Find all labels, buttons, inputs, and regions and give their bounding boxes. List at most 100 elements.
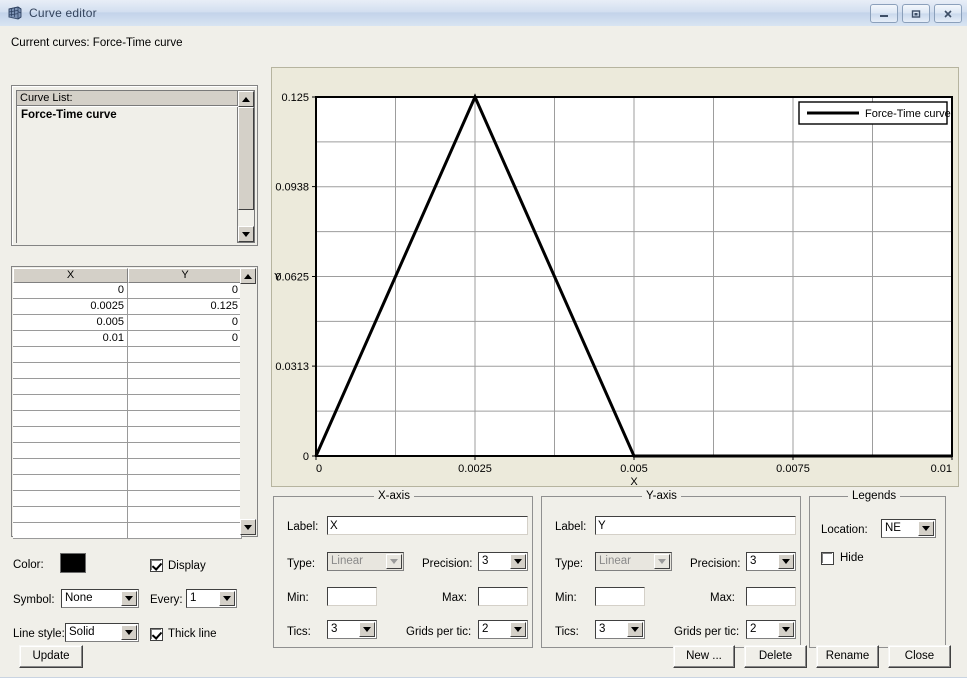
chart-panel[interactable]: 0 0.0025 0.005 0.0075 0.01 X 0 0.0313 0.0625 0.09… — [271, 67, 959, 487]
cell-y-empty[interactable] — [128, 443, 242, 459]
cell-y-empty[interactable] — [128, 523, 242, 539]
data-table-scrollbar[interactable] — [240, 268, 256, 535]
legend-hide-checkbox[interactable] — [821, 552, 834, 565]
table-row[interactable] — [13, 507, 242, 523]
table-scroll-down-arrow-icon[interactable] — [240, 519, 256, 535]
data-table[interactable]: X Y 0 0 0.0025 0.125 0.005 0 0.01 0 — [13, 268, 242, 539]
x-tics-dropdown[interactable]: 3 — [327, 620, 377, 639]
cell-y-empty[interactable] — [128, 379, 242, 395]
chevron-down-icon[interactable] — [918, 521, 934, 536]
cell-x[interactable]: 0.005 — [13, 315, 128, 331]
curve-list-scrollbar[interactable] — [238, 91, 254, 242]
x-min-input[interactable] — [327, 587, 377, 606]
table-row[interactable]: 0.01 0 — [13, 331, 242, 347]
legend-location-dropdown[interactable]: NE — [881, 519, 936, 538]
every-dropdown[interactable]: 1 — [186, 589, 237, 608]
chevron-down-icon[interactable] — [121, 625, 137, 640]
cell-x-empty[interactable] — [13, 443, 128, 459]
scroll-thumb[interactable] — [238, 107, 254, 210]
table-row[interactable]: 0.005 0 — [13, 315, 242, 331]
cell-x-empty[interactable] — [13, 475, 128, 491]
close-dialog-button[interactable]: Close — [888, 645, 951, 668]
cell-x-empty[interactable] — [13, 491, 128, 507]
chevron-down-icon[interactable] — [219, 591, 235, 606]
cell-y[interactable]: 0 — [128, 283, 242, 299]
table-row[interactable] — [13, 523, 242, 539]
cell-y[interactable]: 0 — [128, 331, 242, 347]
table-row[interactable]: 0.0025 0.125 — [13, 299, 242, 315]
cell-x[interactable]: 0.01 — [13, 331, 128, 347]
cell-x-empty[interactable] — [13, 523, 128, 539]
chevron-down-icon[interactable] — [359, 622, 375, 637]
x-label-input[interactable] — [327, 516, 528, 535]
cell-x-empty[interactable] — [13, 427, 128, 443]
chevron-down-icon[interactable] — [510, 554, 526, 569]
cell-x-empty[interactable] — [13, 363, 128, 379]
cell-x-empty[interactable] — [13, 347, 128, 363]
rename-button[interactable]: Rename — [816, 645, 879, 668]
y-label-input[interactable] — [595, 516, 796, 535]
cell-y-empty[interactable] — [128, 507, 242, 523]
scroll-down-arrow-icon[interactable] — [238, 226, 254, 242]
cell-x[interactable]: 0.0025 — [13, 299, 128, 315]
table-row[interactable] — [13, 491, 242, 507]
table-row[interactable] — [13, 443, 242, 459]
maximize-button[interactable] — [902, 4, 930, 23]
chevron-down-icon[interactable] — [121, 591, 137, 606]
cell-y-empty[interactable] — [128, 347, 242, 363]
cell-x-empty[interactable] — [13, 459, 128, 475]
table-row[interactable] — [13, 427, 242, 443]
cell-y-empty[interactable] — [128, 427, 242, 443]
table-row[interactable] — [13, 459, 242, 475]
chevron-down-icon[interactable] — [627, 622, 643, 637]
delete-button[interactable]: Delete — [744, 645, 807, 668]
symbol-dropdown[interactable]: None — [61, 589, 139, 608]
cell-y-empty[interactable] — [128, 363, 242, 379]
thick-line-checkbox[interactable] — [150, 628, 163, 641]
curve-list-box[interactable]: Curve List: Force-Time curve — [16, 90, 255, 243]
curve-list-item[interactable]: Force-Time curve — [17, 107, 237, 121]
cell-x-empty[interactable] — [13, 507, 128, 523]
table-row[interactable] — [13, 379, 242, 395]
color-swatch[interactable] — [60, 553, 86, 573]
cell-y-empty[interactable] — [128, 491, 242, 507]
cell-y-empty[interactable] — [128, 459, 242, 475]
column-header-x[interactable]: X — [13, 268, 128, 283]
x-precision-dropdown[interactable]: 3 — [478, 552, 528, 571]
cell-y[interactable]: 0.125 — [128, 299, 242, 315]
y-min-input[interactable] — [595, 587, 645, 606]
table-scroll-track[interactable] — [240, 284, 256, 519]
cell-y-empty[interactable] — [128, 411, 242, 427]
column-header-y[interactable]: Y — [128, 268, 242, 283]
table-row[interactable] — [13, 411, 242, 427]
chevron-down-icon[interactable] — [778, 554, 794, 569]
table-row[interactable] — [13, 475, 242, 491]
curve-list-body[interactable]: Force-Time curve — [17, 107, 238, 243]
y-precision-dropdown[interactable]: 3 — [746, 552, 796, 571]
y-tics-dropdown[interactable]: 3 — [595, 620, 645, 639]
table-row[interactable] — [13, 395, 242, 411]
cell-x-empty[interactable] — [13, 379, 128, 395]
x-grids-dropdown[interactable]: 2 — [478, 620, 528, 639]
table-row[interactable] — [13, 347, 242, 363]
cell-x[interactable]: 0 — [13, 283, 128, 299]
table-row[interactable]: 00 — [13, 283, 242, 299]
new-button[interactable]: New ... — [673, 645, 735, 668]
cell-y[interactable]: 0 — [128, 315, 242, 331]
table-scroll-up-arrow-icon[interactable] — [240, 268, 256, 284]
cell-x-empty[interactable] — [13, 411, 128, 427]
display-checkbox[interactable] — [150, 559, 163, 572]
minimize-button[interactable] — [870, 4, 898, 23]
cell-y-empty[interactable] — [128, 395, 242, 411]
x-max-input[interactable] — [478, 587, 528, 606]
chevron-down-icon[interactable] — [510, 622, 526, 637]
line-style-dropdown[interactable]: Solid — [65, 623, 139, 642]
table-row[interactable] — [13, 363, 242, 379]
scroll-track[interactable] — [238, 107, 254, 226]
close-button[interactable] — [934, 4, 962, 23]
scroll-up-arrow-icon[interactable] — [238, 91, 254, 107]
cell-x-empty[interactable] — [13, 395, 128, 411]
chevron-down-icon[interactable] — [778, 622, 794, 637]
y-max-input[interactable] — [746, 587, 796, 606]
update-button[interactable]: Update — [19, 645, 83, 668]
